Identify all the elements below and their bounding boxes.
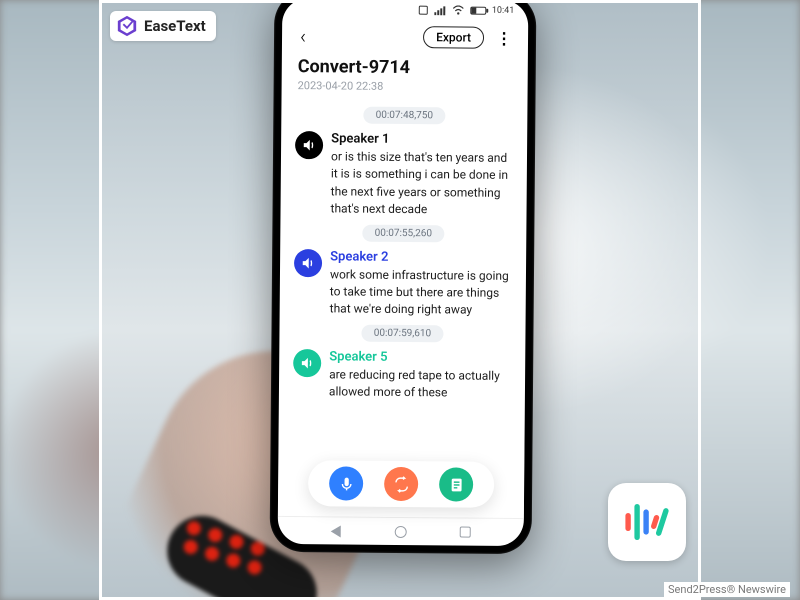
- action-bar: [308, 460, 494, 508]
- app-icon: [608, 483, 686, 561]
- export-button[interactable]: Export: [423, 26, 484, 49]
- brand-name: EaseText: [144, 17, 206, 35]
- speaker-label: Speaker 5: [329, 349, 511, 366]
- nav-recent-icon[interactable]: [459, 527, 470, 538]
- image-frame-inner: EaseText 10:41: [102, 3, 698, 597]
- repeat-button[interactable]: [384, 467, 418, 501]
- phone-screen: 10:41 ‹ Export ⋮ Convert-9714 2023-04-20…: [278, 3, 529, 546]
- android-nav-bar: [278, 516, 524, 546]
- transcript-entry[interactable]: Speaker 2 work some infrastructure is go…: [294, 249, 513, 320]
- speaker-label: Speaker 1: [331, 131, 513, 148]
- signal-icon: [434, 5, 446, 15]
- sound-icon: [293, 349, 321, 377]
- nav-back-icon[interactable]: [331, 525, 341, 537]
- timestamp-pill: 00:07:59,610: [362, 324, 444, 342]
- app-header: ‹ Export ⋮: [282, 20, 528, 58]
- transcript-entry[interactable]: Speaker 5 are reducing red tape to actua…: [293, 349, 511, 403]
- battery-icon: [470, 7, 486, 15]
- timestamp-pill: 00:07:55,260: [363, 224, 445, 242]
- sound-icon: [295, 131, 323, 159]
- page-title: Convert-9714: [298, 56, 512, 79]
- transcript-text: work some infrastructure is going to tak…: [330, 266, 512, 320]
- nav-home-icon[interactable]: [394, 525, 406, 537]
- transcript-list[interactable]: 00:07:48,750 Speaker 1 or is this size t…: [278, 100, 528, 518]
- image-frame: EaseText 10:41: [99, 0, 701, 600]
- transcript-entry[interactable]: Speaker 1 or is this size that's ten yea…: [294, 131, 513, 219]
- transcript-text: or is this size that's ten years and it …: [330, 148, 513, 219]
- status-time: 10:41: [492, 6, 515, 16]
- status-bar: 10:41: [282, 3, 528, 22]
- more-menu-button[interactable]: ⋮: [492, 26, 516, 49]
- newswire-credit: Send2Press® Newswire: [664, 582, 790, 597]
- back-button[interactable]: ‹: [294, 22, 312, 50]
- phone-device: 10:41 ‹ Export ⋮ Convert-9714 2023-04-20…: [270, 3, 537, 554]
- notes-button[interactable]: [439, 467, 473, 501]
- timestamp-pill: 00:07:48,750: [364, 107, 446, 125]
- wifi-icon: [452, 5, 464, 15]
- brand-logo-icon: [116, 15, 138, 37]
- title-block: Convert-9714 2023-04-20 22:38: [281, 56, 527, 102]
- sound-icon: [294, 249, 322, 277]
- sim-icon: [418, 5, 428, 15]
- page-datetime: 2023-04-20 22:38: [298, 79, 512, 94]
- record-button[interactable]: [329, 466, 363, 500]
- brand-badge: EaseText: [110, 11, 216, 41]
- transcript-text: are reducing red tape to actually allowe…: [329, 366, 511, 402]
- speaker-label: Speaker 2: [330, 249, 512, 266]
